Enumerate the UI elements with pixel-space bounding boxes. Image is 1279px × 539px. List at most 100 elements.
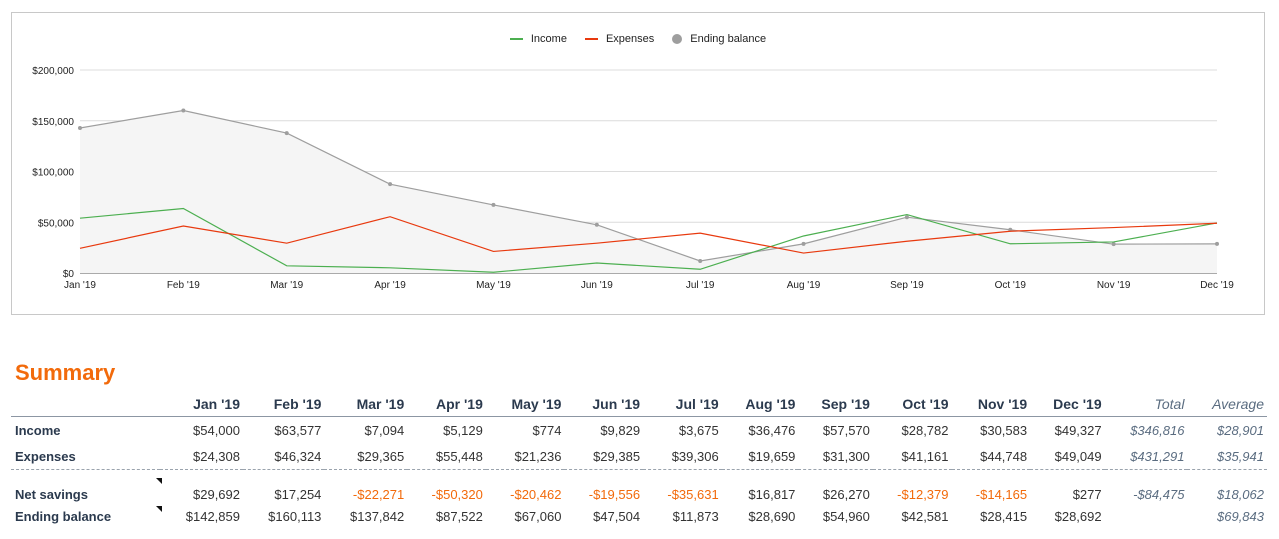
table-cell: $9,829 (600, 422, 641, 438)
table-cell: $277 (1072, 487, 1102, 502)
table-cell: $42,581 (901, 508, 949, 524)
table-cell: $137,842 (350, 508, 405, 524)
table-cell: -$19,556 (588, 487, 641, 502)
summary-body: Income $54,000 $63,577 $7,094 $5,129 $774 $9,8… (11, 417, 1267, 529)
x-tick-label-3: Apr '19 (374, 280, 406, 291)
table-cell: $29,692 (193, 487, 240, 502)
table-cell: $774 (532, 422, 562, 438)
x-tick-label-7: Aug '19 (787, 280, 821, 291)
table-cell: $49,327 (1054, 422, 1102, 438)
average-cell: $28,901 (1217, 422, 1264, 438)
table-cell: $44,748 (951, 443, 1031, 470)
column-header-average: Average (1187, 392, 1267, 417)
column-header-11: Dec '19 (1030, 392, 1105, 417)
table-cell: $16,817 (748, 487, 796, 502)
table-cell: -$20,462 (510, 487, 562, 502)
table-row: Ending balance $142,859 $160,113 $137,842 $8… (11, 504, 1267, 528)
x-tick-label-0: Jan '19 (64, 280, 96, 291)
average-cell: $69,843 (1217, 508, 1264, 524)
column-header-8: Sep '19 (798, 392, 873, 417)
table-cell: $39,306 (643, 443, 722, 470)
total-cell: $431,291 (1104, 443, 1188, 470)
table-cell: -$50,320 (431, 487, 483, 502)
table-cell: $28,782 (901, 422, 949, 438)
y-tick-label-4: $200,000 (32, 66, 74, 77)
y-tick-label-1: $50,000 (38, 218, 75, 229)
table-cell: $36,476 (748, 422, 796, 438)
row-label: Income (15, 422, 61, 438)
point-ending-balance-3 (388, 182, 393, 187)
column-header-3: Apr '19 (407, 392, 486, 417)
table-cell: $30,583 (980, 422, 1028, 438)
table-cell: $26,270 (822, 487, 870, 502)
x-tick-label-9: Oct '19 (995, 280, 1027, 291)
table-cell: $28,415 (980, 508, 1028, 524)
point-ending-balance-5 (594, 222, 599, 227)
point-ending-balance-10 (1111, 242, 1116, 247)
table-cell: $54,000 (193, 422, 240, 438)
table-cell: $7,094 (364, 422, 405, 438)
table-cell: $46,324 (243, 443, 325, 470)
table-cell: $19,659 (721, 443, 799, 470)
table-cell: $49,049 (1030, 443, 1105, 470)
point-ending-balance-4 (491, 202, 496, 207)
y-tick-label-3: $150,000 (32, 117, 74, 128)
point-ending-balance-11 (1215, 241, 1219, 246)
cell-note-marker-icon (156, 478, 163, 484)
cell-note-marker-icon (156, 506, 163, 512)
point-ending-balance-7 (801, 241, 806, 246)
column-header-0: Jan '19 (160, 392, 243, 417)
y-tick-label-2: $100,000 (32, 168, 74, 179)
row-label: Ending balance (11, 504, 163, 528)
table-cell: $57,570 (822, 422, 870, 438)
summary-title: Summary (15, 360, 116, 385)
average-cell: $18,062 (1217, 487, 1264, 502)
table-cell: $28,690 (748, 508, 796, 524)
table-cell: $55,448 (407, 443, 486, 470)
table-cell: $3,675 (678, 422, 719, 438)
summary-table: Jan '19 Feb '19 Mar '19 Apr '19 May '19 Jun '… (11, 392, 1267, 528)
x-tick-label-2: Mar '19 (270, 280, 303, 291)
x-tick-label-1: Feb '19 (167, 280, 200, 291)
point-ending-balance-0 (78, 125, 82, 130)
column-header-10: Nov '19 (951, 392, 1031, 417)
total-cell (1105, 504, 1188, 528)
average-cell: $35,941 (1187, 443, 1267, 470)
y-tick-label-0: $0 (63, 269, 75, 280)
table-row: Net savings $29,692 $17,254 -$22,271 -$50,32… (11, 470, 1267, 505)
column-header-4: May '19 (485, 392, 565, 417)
row-label: Net savings (11, 470, 163, 505)
table-row: Expenses $24,308 $46,324 $29,365 $55,448 $21,… (11, 443, 1267, 470)
line-chart: $0 $50,000 $100,000 $150,000 $200,000 Jan '19… (32, 66, 1234, 291)
total-cell: -$84,475 (1133, 487, 1185, 502)
summary-header-row: Jan '19 Feb '19 Mar '19 Apr '19 May '19 Jun '… (11, 392, 1267, 417)
total-cell: $346,816 (1130, 422, 1185, 438)
chart-panel: Income Expenses Ending balance $0 $50,000… (11, 12, 1265, 315)
column-header-9: Oct '19 (872, 392, 952, 417)
table-row: Income $54,000 $63,577 $7,094 $5,129 $774 $9,8… (11, 417, 1267, 444)
table-cell: $41,161 (872, 443, 952, 470)
point-ending-balance-8 (904, 215, 909, 220)
table-cell: $29,385 (564, 443, 644, 470)
table-cell: $5,129 (443, 422, 483, 438)
x-tick-label-11: Dec '19 (1200, 280, 1234, 291)
header-blank (11, 392, 161, 417)
column-header-5: Jun '19 (564, 392, 644, 417)
row-label: Expenses (11, 443, 161, 470)
table-cell: $11,873 (672, 508, 719, 524)
column-header-2: Mar '19 (324, 392, 408, 417)
table-cell: -$35,631 (667, 487, 719, 502)
x-tick-label-6: Jul '19 (686, 280, 715, 291)
column-header-1: Feb '19 (243, 392, 325, 417)
table-cell: $28,692 (1054, 508, 1102, 524)
table-cell: $47,504 (593, 508, 641, 524)
table-cell: $87,522 (435, 508, 483, 524)
area-fill-ending-balance (80, 110, 1217, 273)
point-ending-balance-2 (284, 131, 289, 136)
column-header-total: Total (1104, 392, 1188, 417)
table-cell: $67,060 (514, 508, 562, 524)
table-cell: $29,365 (324, 443, 408, 470)
table-cell: $142,859 (185, 508, 240, 524)
x-tick-label-5: Jun '19 (581, 280, 613, 291)
table-cell: $160,113 (268, 508, 322, 524)
